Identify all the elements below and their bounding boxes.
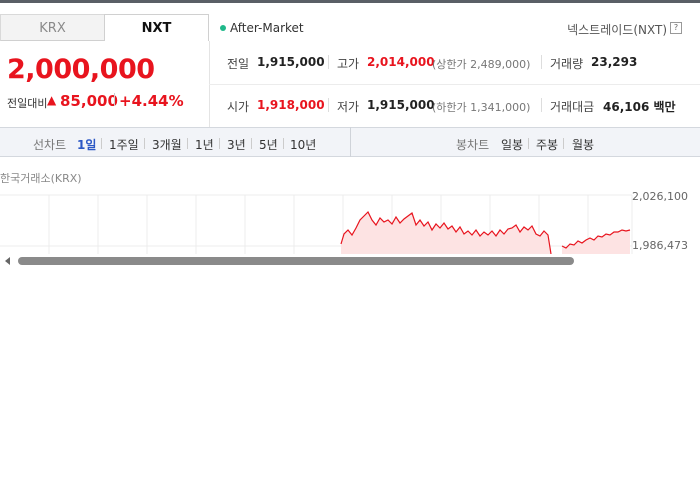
low-value: 1,915,000 <box>367 98 435 112</box>
stats-row-divider <box>209 84 700 85</box>
amount-label: 거래대금 <box>550 100 595 114</box>
lower-limit: (하한가 1,341,000) <box>432 101 531 114</box>
amount-number: 46,106 <box>603 100 650 114</box>
line-chart-label: 선차트 <box>33 138 67 152</box>
amount-value: 46,106 백만 <box>603 98 676 115</box>
market-status-text: After-Market <box>230 21 304 35</box>
toolbar-divider <box>350 127 351 157</box>
stat-divider <box>328 98 329 112</box>
open-label: 시가 <box>227 100 250 114</box>
exchange-name: 넥스트레이드(NXT) <box>567 23 667 37</box>
period-separator <box>251 138 252 149</box>
up-triangle-icon: ▲ <box>47 93 57 107</box>
market-status: After-Market <box>220 21 304 35</box>
status-dot-icon <box>220 24 226 31</box>
volume-label: 거래량 <box>550 57 584 71</box>
stat-divider <box>541 55 542 69</box>
candle-daily[interactable]: 일봉 <box>501 136 523 153</box>
scroll-left-icon[interactable] <box>5 257 10 265</box>
period-10y[interactable]: 10년 <box>290 136 316 153</box>
tab-nxt[interactable]: NXT <box>104 14 209 41</box>
chart-source-label: 한국거래소(KRX) <box>0 172 82 185</box>
intraday-chart[interactable]: 2,026,100 1,986,473 <box>0 190 700 255</box>
prev-close-value: 1,915,000 <box>257 55 325 69</box>
period-separator <box>101 138 102 149</box>
candle-monthly[interactable]: 월봉 <box>572 136 594 153</box>
low-label: 저가 <box>337 100 360 114</box>
period-separator <box>283 138 284 149</box>
help-icon[interactable]: ? <box>670 22 682 34</box>
period-separator <box>528 138 529 149</box>
current-price: 2,000,000 <box>7 54 155 85</box>
y-tick-bottom: 1,986,473 <box>632 239 688 252</box>
tab-krx[interactable]: KRX <box>0 14 105 41</box>
candle-weekly[interactable]: 주봉 <box>536 136 558 153</box>
change-divider <box>114 93 115 106</box>
period-separator <box>563 138 564 149</box>
prev-close-label: 전일 <box>227 57 250 71</box>
upper-limit-label: 상한가 <box>436 58 467 71</box>
period-5y[interactable]: 5년 <box>259 136 278 153</box>
lower-limit-value: 1,341,000 <box>470 101 527 114</box>
change-value: 85,000 <box>60 92 118 110</box>
stat-divider <box>328 55 329 69</box>
period-1y[interactable]: 1년 <box>195 136 214 153</box>
change-percent: +4.44% <box>119 92 184 110</box>
stat-divider <box>541 98 542 112</box>
period-1w[interactable]: 1주일 <box>109 136 139 153</box>
change-label: 전일대비 <box>7 97 48 110</box>
top-border <box>0 0 700 3</box>
chart-scrollbar-thumb[interactable] <box>18 257 574 265</box>
open-value: 1,918,000 <box>257 98 325 112</box>
period-1d[interactable]: 1일 <box>77 136 96 153</box>
y-tick-top: 2,026,100 <box>632 190 688 203</box>
amount-unit: 백만 <box>653 100 676 114</box>
upper-limit: (상한가 2,489,000) <box>432 58 531 71</box>
high-label: 고가 <box>337 57 360 71</box>
period-separator <box>187 138 188 149</box>
upper-limit-value: 2,489,000 <box>470 58 527 71</box>
high-value: 2,014,000 <box>367 55 435 69</box>
period-separator <box>144 138 145 149</box>
chart-svg <box>0 194 633 255</box>
period-separator <box>219 138 220 149</box>
volume-value: 23,293 <box>591 55 638 69</box>
candle-chart-label: 봉차트 <box>456 138 490 152</box>
lower-limit-label: 하한가 <box>436 101 467 114</box>
period-3y[interactable]: 3년 <box>227 136 246 153</box>
period-3m[interactable]: 3개월 <box>152 136 182 153</box>
